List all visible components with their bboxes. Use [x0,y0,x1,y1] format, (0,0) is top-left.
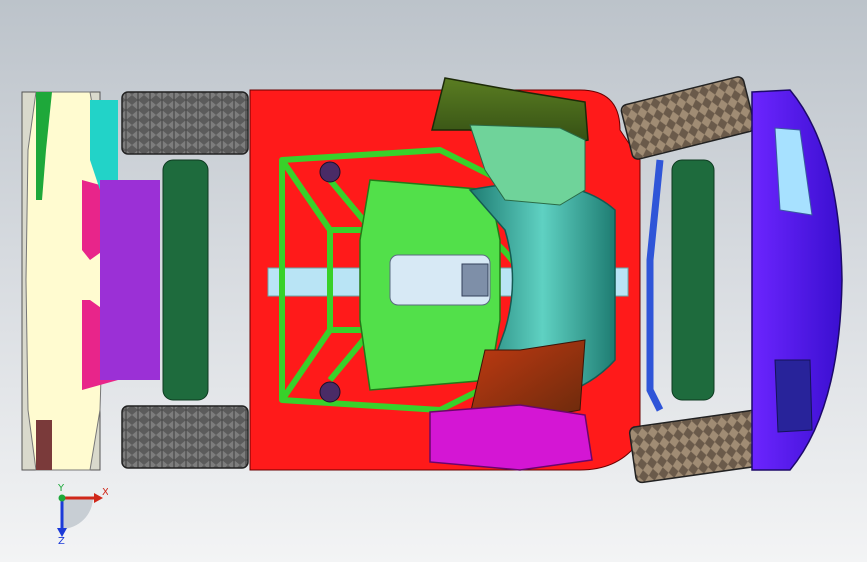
axis-triad: Y X Z [57,484,108,544]
cad-viewport[interactable] [0,0,867,562]
rear-axle-cover[interactable] [671,159,715,401]
rear-left-tire[interactable] [620,76,756,161]
front-left-tire[interactable] [121,91,249,155]
rear-axle-link[interactable] [646,159,664,412]
rear-wing[interactable] [751,89,843,471]
front-axle-cover[interactable] [162,159,209,401]
x-axis-label: X [102,487,108,498]
y-axis-label: Y [57,484,65,494]
y-axis-dot [58,494,66,502]
bolt-front-bottom [319,381,341,403]
right-side-pod[interactable] [429,404,593,471]
bolt-front-top [319,161,341,183]
triad-shadow [62,498,93,529]
rear-right-tire[interactable] [628,408,772,484]
engine-block[interactable] [359,179,501,391]
z-axis-label: Z [58,536,65,544]
front-right-tire[interactable] [121,405,249,469]
